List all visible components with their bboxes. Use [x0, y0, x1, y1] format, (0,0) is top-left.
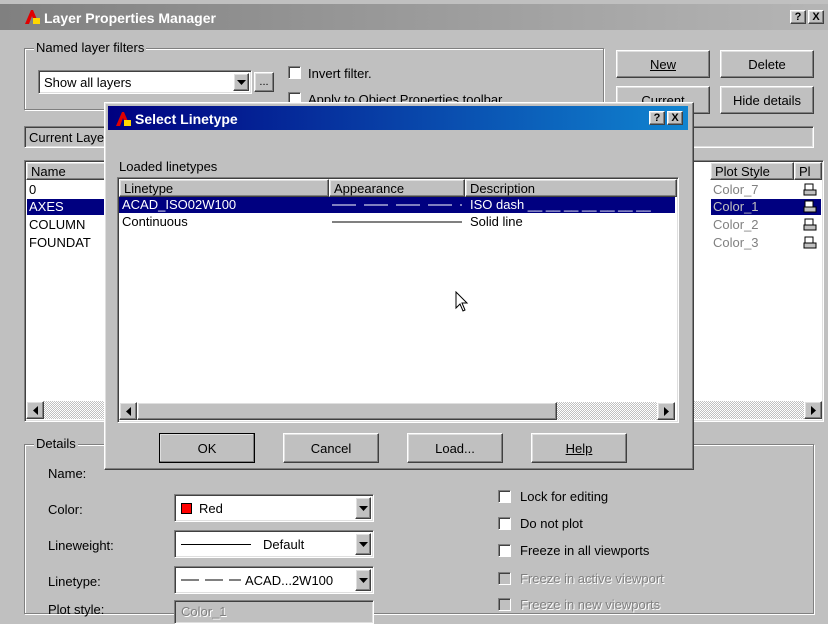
arrow-left-icon — [125, 406, 131, 416]
linetype-sample-line — [181, 579, 241, 581]
linetype-name: ACAD_ISO02W100 — [122, 197, 237, 212]
freeze-new-viewports-label: Freeze in new viewports — [520, 597, 661, 612]
help-button[interactable]: Help — [531, 433, 627, 463]
lineweight-dropdown[interactable]: Default — [174, 530, 374, 558]
select-linetype-dialog: Select Linetype ? X Loaded linetypes Lin… — [104, 102, 694, 470]
linetype-dropdown-value: ACAD...2W100 — [245, 573, 334, 588]
linetype-label: Linetype: — [48, 574, 101, 589]
chevron-down-icon — [236, 79, 246, 85]
cancel-button[interactable]: Cancel — [283, 433, 379, 463]
lineweight-dropdown-arrow[interactable] — [355, 533, 371, 555]
filter-dropdown-arrow[interactable] — [233, 73, 249, 91]
filter-dropdown[interactable]: Show all layers — [38, 70, 252, 94]
do-not-plot-checkbox[interactable] — [498, 517, 511, 530]
linetype-appearance-dash — [332, 204, 462, 206]
linetype-dropdown[interactable]: ACAD...2W100 — [174, 566, 374, 594]
chevron-down-icon — [358, 541, 368, 547]
column-header-plot-style[interactable]: Plot Style — [710, 162, 794, 180]
filter-dropdown-value: Show all layers — [44, 75, 132, 90]
linetype-list-scroll-thumb[interactable] — [137, 402, 557, 420]
chevron-down-icon — [358, 577, 368, 583]
filter-browse-button[interactable]: ... — [254, 72, 274, 92]
layer-plot-style[interactable]: Color_1 — [711, 199, 795, 215]
do-not-plot-label: Do not plot — [520, 516, 583, 531]
mouse-cursor-icon — [455, 291, 469, 312]
column-header-linetype[interactable]: Linetype — [119, 179, 329, 197]
main-window-title: Layer Properties Manager — [44, 10, 216, 26]
plot-style-dropdown-value: Color_1 — [181, 604, 227, 619]
freeze-active-viewport-label: Freeze in active viewport — [520, 571, 664, 586]
printer-icon[interactable] — [803, 183, 817, 197]
freeze-all-viewports-checkbox[interactable] — [498, 544, 511, 557]
loaded-linetypes-label: Loaded linetypes — [119, 159, 218, 174]
printer-icon[interactable] — [803, 218, 817, 232]
printer-icon[interactable] — [803, 200, 817, 214]
arrow-right-icon — [663, 406, 669, 416]
color-dropdown-value: Red — [199, 501, 223, 516]
details-group-label: Details — [34, 436, 78, 451]
column-header-description[interactable]: Description — [465, 179, 677, 197]
scroll-left-button[interactable] — [119, 402, 137, 420]
main-close-button[interactable]: X — [808, 10, 824, 24]
layer-row[interactable]: AXES — [27, 199, 105, 215]
load-button[interactable]: Load... — [407, 433, 503, 463]
linetype-name[interactable]: Continuous — [120, 214, 188, 230]
freeze-new-viewports-checkbox — [498, 598, 511, 611]
linetype-description: ISO dash __ __ __ __ __ __ __ — [470, 197, 651, 212]
color-dropdown[interactable]: Red — [174, 494, 374, 522]
dialog-help-button[interactable]: ? — [649, 111, 665, 125]
linetype-dropdown-arrow[interactable] — [355, 569, 371, 591]
lineweight-sample-line — [181, 544, 251, 545]
delete-layer-button[interactable]: Delete — [720, 50, 814, 78]
named-filters-label: Named layer filters — [34, 40, 147, 55]
column-header-name[interactable]: Name — [26, 162, 106, 180]
printer-icon[interactable] — [803, 236, 817, 250]
chevron-down-icon — [358, 505, 368, 511]
plot-style-label: Plot style: — [48, 602, 105, 617]
lineweight-dropdown-value: Default — [263, 537, 305, 552]
arrow-right-icon — [810, 405, 816, 415]
layer-row[interactable]: COLUMN — [27, 217, 105, 233]
hide-details-button[interactable]: Hide details — [720, 86, 814, 114]
layer-plot-style[interactable]: Color_3 — [711, 235, 759, 251]
scroll-left-button[interactable] — [26, 401, 44, 419]
dialog-close-button[interactable]: X — [667, 111, 683, 125]
arrow-left-icon — [32, 405, 38, 415]
color-dropdown-arrow[interactable] — [355, 497, 371, 519]
column-header-appearance[interactable]: Appearance — [329, 179, 465, 197]
name-label: Name: — [48, 466, 87, 481]
plot-style-dropdown[interactable]: Color_1 — [174, 600, 374, 624]
main-help-button[interactable]: ? — [790, 10, 806, 24]
freeze-active-viewport-checkbox — [498, 572, 511, 585]
linetype-list[interactable]: Linetype Appearance Description ACAD_ISO… — [117, 177, 679, 423]
lineweight-label: Lineweight: — [48, 538, 114, 553]
linetype-appearance-solid — [332, 221, 462, 223]
autocad-app-icon — [25, 10, 40, 24]
invert-filter-label: Invert filter. — [308, 66, 372, 81]
ok-button[interactable]: OK — [159, 433, 255, 463]
scroll-right-button[interactable] — [657, 402, 675, 420]
color-label: Color: — [48, 502, 83, 517]
invert-filter-checkbox[interactable] — [288, 66, 301, 79]
column-header-plot[interactable]: Pl — [794, 162, 822, 180]
layer-row[interactable]: 0 — [27, 182, 105, 198]
layer-plot-style[interactable]: Color_7 — [711, 182, 759, 198]
scroll-right-button[interactable] — [804, 401, 822, 419]
linetype-description: Solid line — [470, 214, 523, 229]
dialog-title: Select Linetype — [135, 111, 238, 127]
lock-for-editing-label: Lock for editing — [520, 489, 609, 504]
layer-row[interactable]: FOUNDAT — [27, 235, 105, 251]
layer-plot-style[interactable]: Color_2 — [711, 217, 759, 233]
new-layer-button[interactable]: New — [616, 50, 710, 78]
color-swatch — [181, 503, 192, 514]
autocad-app-icon — [116, 112, 131, 126]
lock-for-editing-checkbox[interactable] — [498, 490, 511, 503]
freeze-all-viewports-label: Freeze in all viewports — [520, 543, 650, 558]
